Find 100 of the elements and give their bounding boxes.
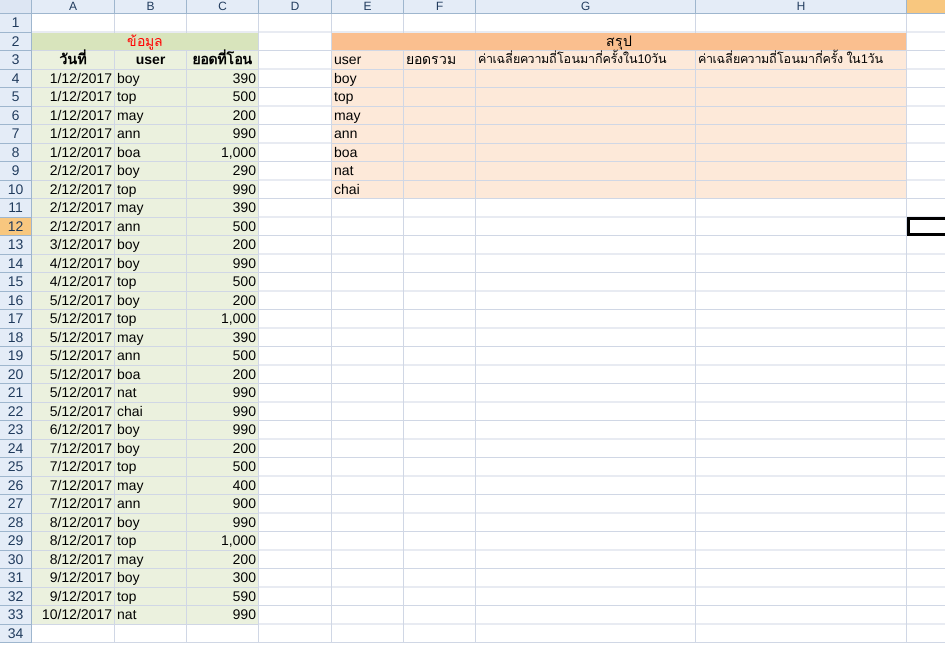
column-header[interactable]: B — [115, 0, 187, 14]
column-heading: ยอดรวม — [404, 51, 476, 70]
column-header[interactable]: D — [259, 0, 332, 14]
table-cell: ann — [115, 125, 187, 144]
column-heading: user — [332, 51, 404, 70]
table-cell: 2/12/2017 — [32, 162, 115, 180]
row-header[interactable]: 24 — [0, 440, 32, 458]
table-cell: 2/12/2017 — [32, 180, 115, 199]
column-header[interactable]: H — [696, 0, 907, 14]
table-cell: top — [332, 88, 404, 106]
row-header[interactable]: 2 — [0, 32, 32, 51]
column-header[interactable]: A — [32, 0, 115, 14]
table-cell: 5/12/2017 — [32, 347, 115, 366]
row-header[interactable]: 27 — [0, 495, 32, 514]
row-header[interactable]: 28 — [0, 514, 32, 532]
table-cell: 8/12/2017 — [32, 550, 115, 569]
table-cell: 6/12/2017 — [32, 421, 115, 440]
table-cell: ann — [115, 218, 187, 236]
row-header[interactable]: 19 — [0, 347, 32, 366]
row-header[interactable]: 11 — [0, 199, 32, 218]
row-header[interactable]: 5 — [0, 88, 32, 106]
table-cell: top — [115, 88, 187, 106]
table-cell: 9/12/2017 — [32, 588, 115, 606]
row-header[interactable]: 3 — [0, 51, 32, 70]
table-cell: boy — [115, 440, 187, 458]
table-cell: 500 — [187, 347, 259, 366]
row-header[interactable]: 31 — [0, 569, 32, 588]
table-cell: 590 — [187, 588, 259, 606]
column-header[interactable]: C — [187, 0, 259, 14]
table-cell: 1/12/2017 — [32, 125, 115, 144]
row-header[interactable]: 30 — [0, 550, 32, 569]
table-cell: 300 — [187, 569, 259, 588]
table-cell: nat — [332, 162, 404, 180]
table-cell: may — [115, 476, 187, 495]
row-header[interactable]: 16 — [0, 292, 32, 310]
table-cell: top — [115, 273, 187, 292]
row-header[interactable]: 4 — [0, 70, 32, 88]
table-cell: 200 — [187, 366, 259, 384]
row-header[interactable]: 34 — [0, 624, 32, 643]
table-cell: 500 — [187, 218, 259, 236]
row-header[interactable]: 6 — [0, 106, 32, 125]
table-cell: 1/12/2017 — [32, 88, 115, 106]
table-cell: boa — [332, 144, 404, 162]
row-header[interactable]: 23 — [0, 421, 32, 440]
table-cell: 5/12/2017 — [32, 366, 115, 384]
row-header[interactable]: 32 — [0, 588, 32, 606]
row-header[interactable]: 33 — [0, 606, 32, 624]
table-cell: 9/12/2017 — [32, 569, 115, 588]
table-cell: ann — [332, 125, 404, 144]
row-header[interactable]: 22 — [0, 402, 32, 421]
table-cell: 8/12/2017 — [32, 532, 115, 550]
active-cell[interactable] — [907, 216, 945, 236]
table-cell: 900 — [187, 495, 259, 514]
table-cell: 8/12/2017 — [32, 514, 115, 532]
table-cell: 200 — [187, 106, 259, 125]
table-cell: 390 — [187, 328, 259, 347]
row-header[interactable]: 7 — [0, 125, 32, 144]
table-cell: 5/12/2017 — [32, 310, 115, 328]
table-cell: 990 — [187, 421, 259, 440]
table-cell: nat — [115, 606, 187, 624]
table-cell: ann — [115, 347, 187, 366]
row-header[interactable]: 21 — [0, 384, 32, 402]
row-header[interactable]: 15 — [0, 273, 32, 292]
table-cell: 200 — [187, 440, 259, 458]
table-cell: 2/12/2017 — [32, 199, 115, 218]
row-header[interactable]: 10 — [0, 180, 32, 199]
row-header[interactable]: 14 — [0, 254, 32, 273]
table-cell: boy — [115, 514, 187, 532]
select-all-corner[interactable] — [0, 0, 32, 14]
table-cell: 990 — [187, 180, 259, 199]
table-cell: 3/12/2017 — [32, 236, 115, 254]
column-header[interactable]: E — [332, 0, 404, 14]
row-header[interactable]: 26 — [0, 476, 32, 495]
table-cell: boy — [115, 254, 187, 273]
table-cell: boa — [115, 366, 187, 384]
row-header[interactable]: 29 — [0, 532, 32, 550]
column-heading: ยอดที่โอน — [187, 51, 259, 70]
row-header[interactable]: 17 — [0, 310, 32, 328]
row-header[interactable]: 12 — [0, 218, 32, 236]
table-cell: boy — [115, 421, 187, 440]
table-cell: 500 — [187, 458, 259, 476]
table-cell: 200 — [187, 292, 259, 310]
table-cell: boy — [115, 70, 187, 88]
table-cell: 290 — [187, 162, 259, 180]
table-cell: top — [115, 310, 187, 328]
row-header[interactable]: 20 — [0, 366, 32, 384]
row-header[interactable]: 25 — [0, 458, 32, 476]
row-header[interactable]: 18 — [0, 328, 32, 347]
row-header[interactable]: 13 — [0, 236, 32, 254]
table-cell: 7/12/2017 — [32, 495, 115, 514]
column-header[interactable] — [907, 0, 945, 14]
row-header[interactable]: 9 — [0, 162, 32, 180]
table-cell: boy — [115, 236, 187, 254]
column-header[interactable]: G — [476, 0, 696, 14]
column-header[interactable]: F — [404, 0, 476, 14]
column-heading: ค่าเฉลี่ยความถี่โอนมากี่ครั้ง ใน1วัน — [696, 51, 907, 70]
row-header[interactable]: 1 — [0, 14, 32, 32]
row-header[interactable]: 8 — [0, 144, 32, 162]
table-cell: boy — [115, 162, 187, 180]
table-cell: 500 — [187, 273, 259, 292]
